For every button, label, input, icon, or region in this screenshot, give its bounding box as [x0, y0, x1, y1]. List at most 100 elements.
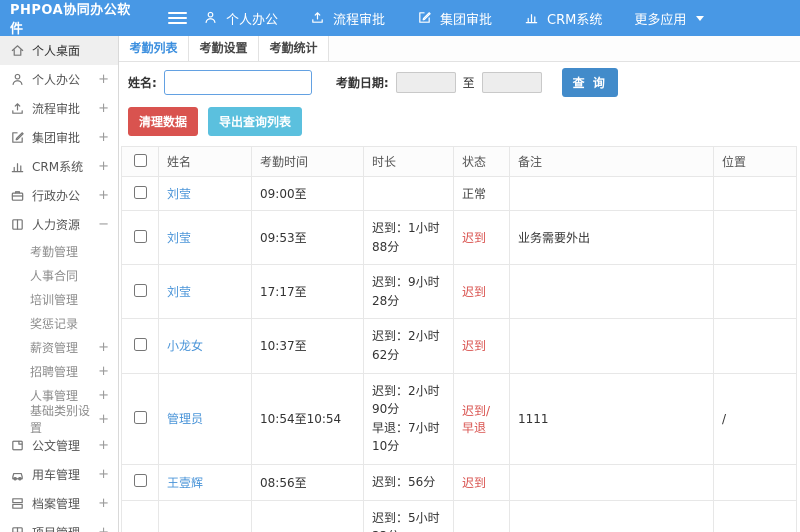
nav-item-CRM系统[interactable]: CRM系统: [524, 9, 602, 28]
menu-toggle-icon[interactable]: [168, 12, 187, 24]
row-checkbox[interactable]: [133, 185, 147, 199]
expand-toggle-icon[interactable]: +: [98, 389, 109, 402]
sidebar-subitem-薪资管理[interactable]: 薪资管理 +: [0, 335, 118, 359]
date-from-input[interactable]: [395, 71, 456, 93]
sidebar-subitem-基础类别设置[interactable]: 基础类别设置 +: [0, 404, 118, 435]
date-to-input[interactable]: [481, 71, 542, 93]
caret-down-icon: [696, 15, 705, 21]
status-cell: 迟到/早退: [453, 372, 510, 465]
sidebar-item-人力资源[interactable]: 人力资源 −: [0, 210, 118, 239]
column-header-位置: 位置: [713, 146, 797, 177]
content-panel: 考勤列表 考勤设置 考勤统计 姓名: 考勤日期: 至 查 询 清理数据 导出查询列表…: [119, 36, 800, 532]
sidebar-subitem-培训管理[interactable]: 培训管理: [0, 287, 118, 311]
table-header-row: 姓名 考勤时间 时长 状态 备注 位置: [121, 146, 797, 177]
expand-toggle-icon[interactable]: +: [98, 341, 109, 354]
expand-toggle-icon[interactable]: +: [98, 73, 109, 86]
date-label: 考勤日期:: [335, 75, 389, 90]
row-checkbox-cell: [121, 209, 159, 266]
export-list-button[interactable]: 导出查询列表: [208, 107, 303, 136]
expand-toggle-icon[interactable]: +: [98, 468, 109, 481]
duration-line: 迟到：5小时33分: [372, 510, 440, 532]
duration-cell: 迟到：1小时88分: [363, 209, 454, 266]
sidebar-item-集团审批[interactable]: 集团审批 +: [0, 123, 118, 152]
sidebar-item-label: 公文管理: [32, 439, 81, 453]
nav-item-更多应用[interactable]: 更多应用: [634, 9, 705, 28]
status-badge: 迟到: [462, 231, 487, 246]
expand-toggle-icon[interactable]: +: [98, 102, 109, 115]
tab-考勤统计[interactable]: 考勤统计: [259, 36, 329, 61]
clean-data-button[interactable]: 清理数据: [128, 107, 199, 136]
user-icon: [203, 10, 219, 26]
row-checkbox[interactable]: [133, 229, 147, 243]
remark-cell: [509, 176, 714, 211]
sidebar-item-档案管理[interactable]: 档案管理 +: [0, 489, 118, 518]
actions-bar: 清理数据 导出查询列表: [119, 102, 800, 146]
expand-toggle-icon[interactable]: +: [98, 439, 109, 452]
sidebar-item-项目管理[interactable]: 项目管理 +: [0, 518, 118, 532]
name-cell: 王壹辉: [158, 463, 252, 501]
status-cell: 迟到: [453, 463, 510, 501]
nav-item-流程审批[interactable]: 流程审批: [310, 9, 385, 28]
employee-name-link[interactable]: 刘莹: [167, 285, 191, 299]
sidebar-subitem-招聘管理[interactable]: 招聘管理 +: [0, 359, 118, 383]
row-checkbox-cell: [121, 176, 159, 211]
nav-item-个人办公[interactable]: 个人办公: [203, 9, 278, 28]
expand-toggle-icon[interactable]: +: [98, 497, 109, 510]
expand-toggle-icon[interactable]: −: [98, 218, 109, 231]
table-row: 刘莹 09:00至 正常: [121, 176, 797, 211]
edit-icon: [10, 130, 25, 145]
sidebar-item-个人桌面[interactable]: 个人桌面: [0, 36, 118, 65]
sidebar-item-label: 项目管理: [32, 524, 80, 532]
row-checkbox[interactable]: [133, 337, 147, 351]
sidebar-item-label: 人力资源: [32, 218, 81, 232]
row-checkbox[interactable]: [133, 283, 147, 297]
user-icon: [10, 72, 25, 87]
select-all-checkbox[interactable]: [133, 153, 147, 167]
row-checkbox[interactable]: [133, 474, 147, 488]
row-checkbox-cell: [121, 372, 159, 465]
employee-name-link[interactable]: 小龙女: [167, 339, 203, 353]
row-checkbox[interactable]: [133, 410, 147, 424]
name-input[interactable]: [163, 69, 312, 95]
sidebar-subitem-奖惩记录[interactable]: 奖惩记录: [0, 311, 118, 335]
sidebar-subitem-人事合同[interactable]: 人事合同: [0, 263, 118, 287]
expand-toggle-icon[interactable]: +: [98, 365, 109, 378]
sidebar-item-CRM系统[interactable]: CRM系统 +: [0, 152, 118, 181]
expand-toggle-icon[interactable]: +: [98, 160, 109, 173]
employee-name-link[interactable]: 刘莹: [167, 231, 191, 245]
employee-name-link[interactable]: 刘莹: [167, 187, 191, 201]
employee-name-link[interactable]: 王壹辉: [167, 476, 203, 490]
tab-考勤列表[interactable]: 考勤列表: [119, 36, 189, 61]
expand-toggle-icon[interactable]: +: [98, 413, 109, 426]
filter-bar: 姓名: 考勤日期: 至 查 询: [119, 62, 800, 102]
doc-icon: [10, 438, 25, 453]
sidebar-item-label: 行政办公: [32, 189, 81, 203]
location-cell: /: [713, 499, 797, 532]
remark-cell: 1111: [509, 372, 714, 465]
status-badge: 迟到: [462, 339, 487, 354]
duration-cell: 迟到：2小时90分 早退：7小时10分: [363, 372, 454, 465]
employee-name-link[interactable]: 管理员: [167, 412, 203, 426]
status-cell: 正常: [453, 176, 510, 211]
app-logo: PHPOA协同办公软件: [10, 3, 131, 37]
archive-icon: [10, 496, 25, 511]
duration-line: 迟到：56分: [372, 474, 436, 489]
sidebar-subitem-label: 招聘管理: [30, 364, 79, 379]
expand-toggle-icon[interactable]: +: [98, 526, 109, 532]
sidebar-item-流程审批[interactable]: 流程审批 +: [0, 94, 118, 123]
expand-toggle-icon[interactable]: +: [98, 189, 109, 202]
expand-toggle-icon[interactable]: +: [98, 131, 109, 144]
sidebar-subitem-label: 人事管理: [30, 388, 79, 403]
sidebar-item-label: 个人办公: [32, 73, 81, 87]
nav-item-集团审批[interactable]: 集团审批: [417, 9, 492, 28]
tab-考勤设置[interactable]: 考勤设置: [189, 36, 259, 61]
sidebar-subitem-label: 考勤管理: [30, 244, 79, 259]
sidebar-item-行政办公[interactable]: 行政办公 +: [0, 181, 118, 210]
sidebar-subitem-考勤管理[interactable]: 考勤管理: [0, 239, 118, 263]
sidebar-item-个人办公[interactable]: 个人办公 +: [0, 65, 118, 94]
duration-cell: 迟到：56分: [363, 463, 454, 501]
sidebar-item-用车管理[interactable]: 用车管理 +: [0, 460, 118, 489]
search-button[interactable]: 查 询: [561, 67, 618, 97]
nav-item-label: 个人办公: [226, 12, 279, 28]
row-checkbox-cell: [121, 318, 159, 374]
